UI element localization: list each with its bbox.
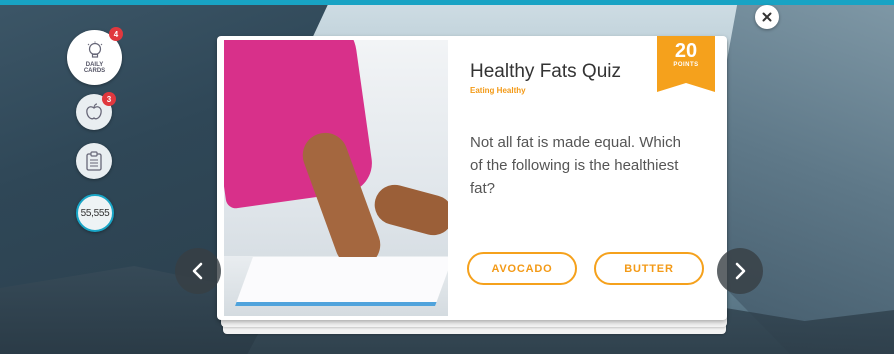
apple-icon bbox=[86, 103, 102, 120]
points-total-button[interactable]: 55,555 bbox=[76, 194, 114, 232]
close-icon bbox=[762, 12, 772, 22]
answer-button-butter[interactable]: BUTTER bbox=[594, 252, 704, 285]
daily-cards-badge: 4 bbox=[109, 27, 123, 41]
chevron-right-icon bbox=[735, 262, 746, 280]
points-value: 20 bbox=[674, 40, 698, 62]
points-total-value: 55,555 bbox=[80, 207, 110, 219]
lightbulb-icon bbox=[87, 41, 102, 58]
top-accent-bar bbox=[0, 0, 894, 5]
quiz-photo bbox=[224, 40, 448, 316]
clipboard-icon bbox=[86, 151, 102, 171]
quiz-category: Eating Healthy bbox=[470, 86, 526, 95]
close-button[interactable] bbox=[755, 5, 779, 29]
health-badge: 3 bbox=[102, 92, 116, 106]
points-ribbon: 20 POINTS bbox=[657, 36, 715, 92]
quiz-title: Healthy Fats Quiz bbox=[470, 61, 621, 82]
next-card-button[interactable] bbox=[717, 248, 763, 294]
answer-button-avocado[interactable]: AVOCADO bbox=[467, 252, 577, 285]
tasks-button[interactable] bbox=[76, 143, 112, 179]
points-label: POINTS bbox=[673, 62, 699, 68]
previous-card-button[interactable] bbox=[175, 248, 221, 294]
quiz-card: Healthy Fats Quiz Eating Healthy Not all… bbox=[217, 36, 727, 320]
chevron-left-icon bbox=[192, 262, 203, 280]
quiz-question: Not all fat is made equal. Which of the … bbox=[470, 134, 681, 197]
daily-cards-label: DAILY CARDS bbox=[83, 62, 106, 74]
